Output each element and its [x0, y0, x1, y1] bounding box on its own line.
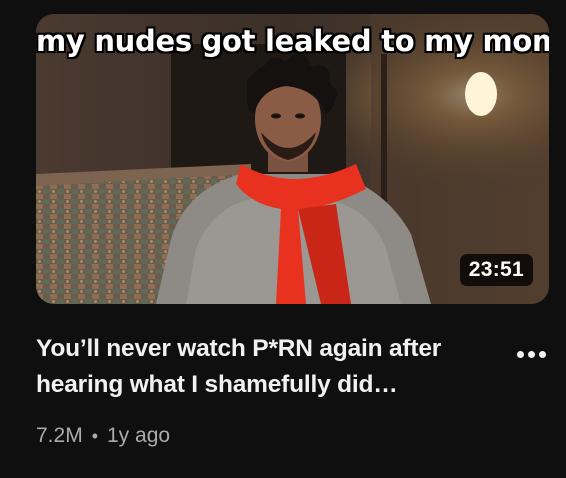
- meta-separator: •: [91, 425, 98, 446]
- more-vert-icon[interactable]: [512, 340, 550, 368]
- video-title[interactable]: You’ll never watch P*RN again after hear…: [36, 331, 496, 403]
- thumbnail-overlay-text: my nudes got leaked to my mom: [36, 24, 549, 58]
- menu-dot: [538, 350, 546, 358]
- duration-badge: 23:51: [459, 254, 533, 286]
- view-count: 7.2M: [36, 424, 83, 447]
- video-card[interactable]: my nudes got leaked to my mom 23:51 You’…: [0, 0, 566, 478]
- menu-dot: [516, 350, 524, 358]
- menu-dot: [527, 350, 535, 358]
- video-thumbnail[interactable]: my nudes got leaked to my mom 23:51: [36, 14, 549, 304]
- video-metadata: 7.2M • 1y ago: [36, 424, 170, 448]
- upload-age: 1y ago: [107, 424, 171, 447]
